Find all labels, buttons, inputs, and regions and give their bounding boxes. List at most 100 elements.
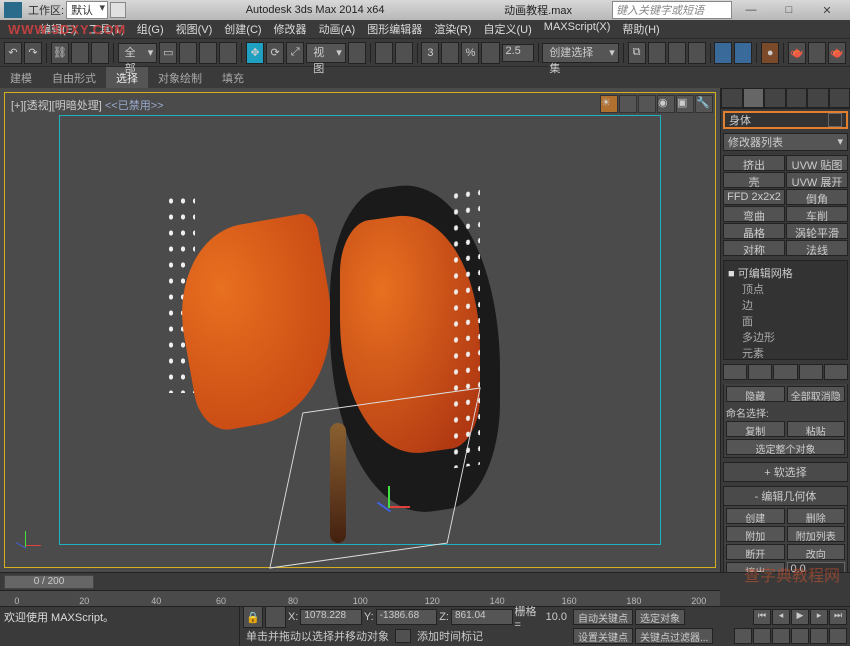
btn-create[interactable]: 创建 — [726, 508, 785, 524]
curve-editor-icon[interactable] — [714, 42, 732, 64]
vp-light-icon[interactable]: ☀ — [600, 95, 618, 113]
prev-frame-icon[interactable]: ◂ — [772, 609, 790, 625]
selection-filter-dropdown[interactable]: 全部 — [118, 43, 158, 63]
cmd-tab-utilities-icon[interactable] — [829, 88, 850, 108]
cmd-tab-modify-icon[interactable] — [743, 88, 765, 108]
undo-icon[interactable]: ↶ — [4, 42, 22, 64]
add-time-marker[interactable]: 添加时间标记 — [417, 628, 483, 644]
move-icon[interactable]: ✥ — [246, 42, 264, 64]
bind-spacewarp-icon[interactable] — [91, 42, 109, 64]
maxscript-input[interactable] — [4, 627, 235, 645]
time-tag-icon[interactable] — [395, 629, 411, 643]
render-icon[interactable]: 🫖 — [828, 42, 846, 64]
rollout-soft-select[interactable]: + 软选择 — [723, 462, 848, 482]
scale-icon[interactable]: ⤢ — [286, 42, 304, 64]
nav-pan-icon[interactable] — [791, 628, 809, 644]
rollout-edit-geom[interactable]: - 编辑几何体 — [723, 486, 848, 506]
snap-icon[interactable]: 3 — [421, 42, 439, 64]
lock-selection-icon[interactable]: 🔒 — [243, 606, 263, 628]
modifier-list-dropdown[interactable]: 修改器列表 — [723, 133, 848, 151]
stack-config-icon[interactable] — [824, 364, 848, 380]
goto-start-icon[interactable]: ⏮ — [753, 609, 771, 625]
menu-maxscript[interactable]: MAXScript(X) — [538, 20, 617, 38]
viewport-label[interactable]: [+][透视][明暗处理] <<已禁用>> — [11, 97, 164, 113]
menu-customize[interactable]: 自定义(U) — [478, 20, 538, 38]
workspace-dropdown[interactable]: 默认 — [66, 1, 108, 19]
menu-view[interactable]: 视图(V) — [170, 20, 219, 38]
object-color-swatch[interactable] — [828, 113, 842, 127]
cmd-tab-create-icon[interactable] — [721, 88, 743, 108]
z-coord-input[interactable]: 861.04 — [451, 609, 513, 625]
nav-max-icon[interactable] — [829, 628, 847, 644]
named-selection-dropdown[interactable]: 创建选择集 — [542, 43, 618, 63]
stack-edge[interactable]: 边 — [728, 297, 843, 313]
goto-end-icon[interactable]: ⏭ — [829, 609, 847, 625]
key-filter-button[interactable]: 关键点过滤器... — [635, 628, 713, 644]
btn-unhide-all[interactable]: 全部取消隐藏 — [787, 386, 846, 402]
render-setup-icon[interactable]: 🫖 — [788, 42, 806, 64]
time-ruler[interactable]: 0 20 40 60 80 100 120 140 160 180 200 — [0, 590, 720, 606]
set-key-button[interactable]: 设置关键点 — [573, 628, 633, 644]
btn-paste[interactable]: 粘贴 — [787, 421, 846, 437]
spinner-value[interactable]: 2.5 — [502, 44, 534, 62]
menu-group[interactable]: 组(G) — [131, 20, 170, 38]
maximize-icon[interactable]: □ — [770, 4, 808, 16]
btn-hide[interactable]: 隐藏 — [726, 386, 785, 402]
btn-delete[interactable]: 删除 — [787, 508, 846, 524]
select-icon[interactable]: ▭ — [159, 42, 177, 64]
auto-key-button[interactable]: 自动关键点 — [573, 609, 633, 625]
menu-modifiers[interactable]: 修改器 — [268, 20, 313, 38]
stack-polygon[interactable]: 多边形 — [728, 329, 843, 345]
mod-bevel[interactable]: 倒角 — [786, 189, 848, 205]
modifier-stack[interactable]: ■ 可编辑网格 顶点 边 面 多边形 元素 — [723, 260, 848, 360]
vp-utilities-icon[interactable]: 🔧 — [695, 95, 713, 113]
mod-lattice[interactable]: 晶格 — [723, 223, 785, 239]
rotate-icon[interactable]: ⟳ — [266, 42, 284, 64]
stack-editable-mesh[interactable]: ■ 可编辑网格 — [728, 265, 843, 281]
mod-uvwmap[interactable]: UVW 贴图 — [786, 155, 848, 171]
select-name-icon[interactable] — [179, 42, 197, 64]
help-search-input[interactable]: 键入关键字或短语 — [612, 1, 732, 19]
nav-zoomall-icon[interactable] — [753, 628, 771, 644]
pivot-icon[interactable] — [348, 42, 366, 64]
maxscript-listener[interactable]: 欢迎使用 MAXScript。 — [4, 609, 235, 627]
ribbon-toggle-icon[interactable] — [688, 42, 706, 64]
layer-icon[interactable] — [668, 42, 686, 64]
link-icon[interactable]: ⛓ — [51, 42, 69, 64]
menu-graph-editor[interactable]: 图形编辑器 — [361, 20, 428, 38]
manipulate-icon[interactable] — [375, 42, 393, 64]
selected-object-dropdown[interactable]: 选定对象 — [635, 609, 685, 625]
redo-icon[interactable]: ↷ — [24, 42, 42, 64]
workspace-arrow-icon[interactable] — [110, 2, 126, 18]
cmd-tab-motion-icon[interactable] — [786, 88, 808, 108]
render-frame-icon[interactable] — [808, 42, 826, 64]
btn-attach[interactable]: 附加 — [726, 526, 785, 542]
btn-detach[interactable]: 断开 — [726, 544, 785, 560]
next-frame-icon[interactable]: ▸ — [810, 609, 828, 625]
spinner-snap-icon[interactable] — [481, 42, 499, 64]
mod-normal[interactable]: 法线 — [786, 240, 848, 256]
play-icon[interactable]: ▶ — [791, 609, 809, 625]
mod-ffd[interactable]: FFD 2x2x2 — [723, 189, 785, 205]
ribbon-tab-modeling[interactable]: 建模 — [0, 67, 42, 89]
reference-coord-dropdown[interactable]: 视图 — [306, 43, 346, 63]
btn-select-whole[interactable]: 选定整个对象 — [726, 439, 845, 455]
align-icon[interactable] — [648, 42, 666, 64]
mod-extrude[interactable]: 挤出 — [723, 155, 785, 171]
menu-render[interactable]: 渲染(R) — [428, 20, 477, 38]
mod-shell[interactable]: 壳 — [723, 172, 785, 188]
mod-lathe[interactable]: 车削 — [786, 206, 848, 222]
ribbon-tab-paint[interactable]: 对象绘制 — [148, 67, 212, 89]
menu-animation[interactable]: 动画(A) — [313, 20, 362, 38]
vp-hierarchy-icon[interactable] — [638, 95, 656, 113]
window-crossing-icon[interactable] — [219, 42, 237, 64]
material-editor-icon[interactable]: ● — [761, 42, 779, 64]
stack-pin-icon[interactable] — [723, 364, 747, 380]
schematic-view-icon[interactable] — [734, 42, 752, 64]
cmd-tab-display-icon[interactable] — [807, 88, 829, 108]
keyboard-shortcut-icon[interactable] — [395, 42, 413, 64]
menu-help[interactable]: 帮助(H) — [616, 20, 665, 38]
select-region-icon[interactable] — [199, 42, 217, 64]
nav-zoom-icon[interactable] — [734, 628, 752, 644]
close-icon[interactable]: ✕ — [808, 4, 846, 17]
